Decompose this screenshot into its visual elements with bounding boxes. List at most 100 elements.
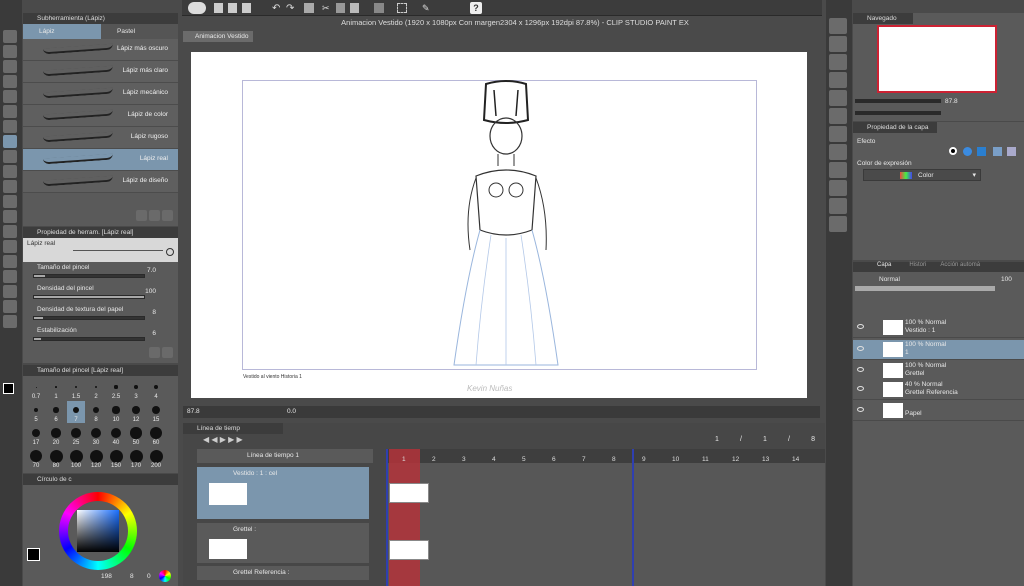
frame-number[interactable]: 4 bbox=[492, 456, 496, 463]
size-cell[interactable]: 0.7 bbox=[27, 378, 45, 400]
brush-item[interactable]: Lápiz mecánico bbox=[23, 83, 178, 105]
zoom-tool-icon[interactable] bbox=[3, 30, 17, 43]
select-tool-icon[interactable] bbox=[3, 90, 17, 103]
property-slider[interactable] bbox=[33, 337, 145, 341]
frame-number[interactable]: 10 bbox=[672, 456, 679, 463]
end-marker[interactable] bbox=[632, 449, 634, 586]
property-value[interactable]: 7.0 bbox=[147, 267, 156, 274]
effect-icon-5[interactable] bbox=[1007, 147, 1016, 156]
size-cell[interactable]: 200 bbox=[147, 447, 165, 469]
frame-number[interactable]: 2 bbox=[432, 456, 436, 463]
settings-icon[interactable] bbox=[136, 210, 147, 221]
size-cell[interactable]: 15 bbox=[147, 401, 165, 423]
paste-icon[interactable] bbox=[350, 3, 359, 13]
frame-number[interactable]: 5 bbox=[522, 456, 526, 463]
saturation-square[interactable] bbox=[77, 510, 119, 552]
copy-icon[interactable] bbox=[336, 3, 345, 13]
property-row[interactable]: Estabilización 6 bbox=[23, 325, 178, 346]
cel-thumbnail-2[interactable] bbox=[389, 540, 429, 560]
navigator-zoom[interactable]: 87.8 bbox=[945, 98, 958, 105]
figure-tool-icon[interactable] bbox=[3, 255, 17, 268]
navigator-zoom-slider[interactable] bbox=[855, 99, 941, 103]
layer-row[interactable]: 100 % Normal Grettel bbox=[853, 361, 1024, 381]
brush-tool-icon[interactable] bbox=[3, 150, 17, 163]
timeline-track[interactable]: Grettel : bbox=[197, 523, 369, 563]
eyedropper-tool-icon[interactable] bbox=[3, 105, 17, 118]
balloon-tool-icon[interactable] bbox=[3, 300, 17, 313]
panel-icon-5[interactable] bbox=[829, 90, 847, 106]
frame-number[interactable]: 13 bbox=[762, 456, 769, 463]
size-cell[interactable]: 100 bbox=[67, 447, 85, 469]
eye-icon[interactable] bbox=[857, 346, 864, 351]
frame-number[interactable]: 8 bbox=[612, 456, 616, 463]
ruler-tool-icon[interactable] bbox=[3, 270, 17, 283]
tab-pastel[interactable]: Pastel bbox=[101, 24, 178, 39]
wrench-icon[interactable] bbox=[162, 347, 173, 358]
frame-number[interactable]: 1 bbox=[402, 456, 406, 463]
fill-tool-icon[interactable] bbox=[3, 225, 17, 238]
property-row[interactable]: Densidad del pincel 100 bbox=[23, 283, 178, 304]
size-cell[interactable]: 10 bbox=[107, 401, 125, 423]
decoration-tool-icon[interactable] bbox=[3, 180, 17, 193]
property-row[interactable]: Tamaño del pincel 7.0 bbox=[23, 262, 178, 283]
panel-icon-7[interactable] bbox=[829, 126, 847, 142]
size-cell[interactable]: 40 bbox=[107, 424, 125, 446]
airbrush-tool-icon[interactable] bbox=[3, 165, 17, 178]
cel-thumbnail-1[interactable] bbox=[389, 483, 429, 503]
navigator-rotate-slider[interactable] bbox=[855, 111, 941, 115]
canvas-paper[interactable]: Vestido al viento Historia 1 Kevin Nuñas bbox=[191, 52, 807, 398]
property-value[interactable]: 6 bbox=[152, 330, 156, 337]
size-cell[interactable]: 25 bbox=[67, 424, 85, 446]
clear-icon[interactable] bbox=[304, 3, 314, 13]
eye-icon[interactable] bbox=[857, 367, 864, 372]
opacity-value[interactable]: 100 bbox=[1001, 276, 1012, 283]
navigator-preview[interactable] bbox=[877, 25, 997, 93]
size-cell[interactable]: 120 bbox=[87, 447, 105, 469]
effect-icon-2[interactable] bbox=[963, 147, 972, 156]
size-cell[interactable]: 5 bbox=[27, 401, 45, 423]
panel-icon-4[interactable] bbox=[829, 72, 847, 88]
zoom-value[interactable]: 87.8 bbox=[187, 408, 200, 415]
property-slider[interactable] bbox=[33, 274, 145, 278]
help-icon[interactable]: ? bbox=[470, 2, 482, 14]
pen-tool-icon[interactable] bbox=[3, 120, 17, 133]
panel-icon-1[interactable] bbox=[829, 18, 847, 34]
move-tool-icon[interactable] bbox=[3, 45, 17, 58]
layer-row[interactable]: Papel bbox=[853, 401, 1024, 421]
pen-icon[interactable]: ✎ bbox=[422, 3, 430, 14]
size-cell[interactable]: 70 bbox=[27, 447, 45, 469]
blend-mode-select[interactable]: Normal bbox=[879, 276, 900, 283]
size-cell[interactable]: 4 bbox=[147, 378, 165, 400]
eye-icon[interactable] bbox=[857, 324, 864, 329]
expression-select[interactable]: Color ▾ bbox=[863, 169, 981, 181]
blend-tool-icon[interactable] bbox=[3, 210, 17, 223]
canvas-viewport[interactable]: Vestido al viento Historia 1 Kevin Nuñas bbox=[183, 42, 820, 405]
property-value[interactable]: 100 bbox=[145, 288, 156, 295]
color-mode-icon[interactable] bbox=[159, 570, 171, 582]
effect-icon-4[interactable] bbox=[993, 147, 1002, 156]
gradient-tool-icon[interactable] bbox=[3, 240, 17, 253]
size-cell[interactable]: 30 bbox=[87, 424, 105, 446]
size-cell[interactable]: 17 bbox=[27, 424, 45, 446]
frame-number[interactable]: 12 bbox=[732, 456, 739, 463]
save-icon[interactable] bbox=[242, 3, 251, 13]
size-cell[interactable]: 150 bbox=[107, 447, 125, 469]
size-cell[interactable]: 6 bbox=[47, 401, 65, 423]
layer-row[interactable]: 100 % Normal Vestido : 1 bbox=[853, 318, 1024, 338]
start-marker[interactable] bbox=[386, 449, 388, 586]
size-cell[interactable]: 20 bbox=[47, 424, 65, 446]
tab-capa[interactable]: Capa bbox=[877, 262, 891, 272]
eye-icon[interactable] bbox=[857, 386, 864, 391]
tab-lapiz[interactable]: Lápiz bbox=[23, 24, 101, 39]
panel-icon-10[interactable] bbox=[829, 180, 847, 196]
trash-icon[interactable] bbox=[162, 210, 173, 221]
size-cell[interactable]: 50 bbox=[127, 424, 145, 446]
property-value[interactable]: 8 bbox=[152, 309, 156, 316]
select-icon[interactable] bbox=[397, 3, 407, 13]
size-cell[interactable]: 7 bbox=[67, 401, 85, 423]
eraser-tool-icon[interactable] bbox=[3, 195, 17, 208]
text-tool-icon[interactable] bbox=[3, 285, 17, 298]
brush-item[interactable]: Lápiz de diseño bbox=[23, 171, 178, 193]
main-color-chip[interactable] bbox=[27, 548, 40, 561]
playback-controls-icon[interactable]: ◀ ◀ ▶ ▶ ▶ bbox=[203, 435, 243, 444]
